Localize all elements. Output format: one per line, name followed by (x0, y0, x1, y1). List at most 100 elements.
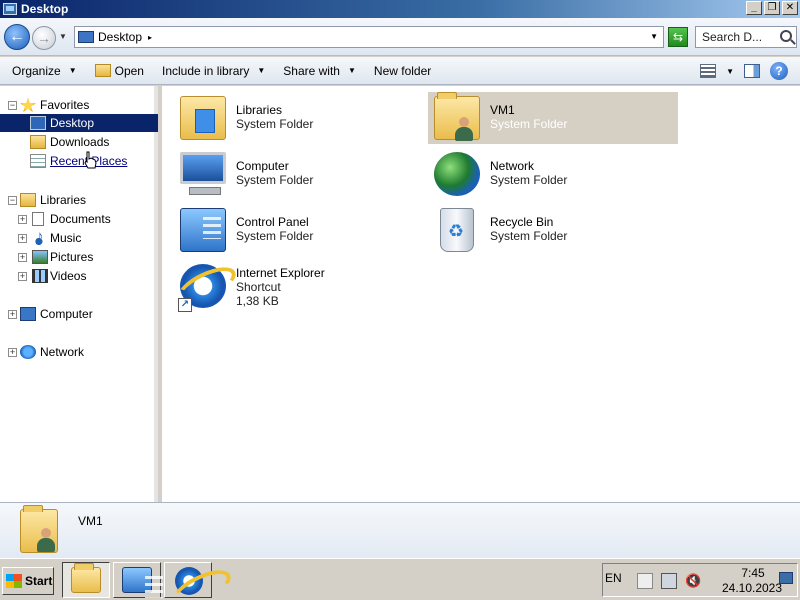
details-item-name: VM1 (78, 514, 103, 528)
item-type: Shortcut (236, 280, 281, 294)
recent-pages-dropdown-icon[interactable]: ▼ (59, 32, 67, 41)
open-button[interactable]: Open (94, 63, 144, 78)
window-controls: _ ❐ ✕ (746, 1, 798, 15)
user-folder-icon (434, 92, 480, 141)
refresh-button[interactable]: ⇆ (668, 27, 688, 47)
clock-date[interactable]: 24.10.2023 (717, 581, 787, 595)
item-recycle-bin[interactable]: Recycle Bin System Folder (428, 204, 678, 256)
item-vm1[interactable]: VM1 System Folder (428, 92, 678, 144)
computer-icon (180, 152, 226, 195)
item-type: System Folder (490, 229, 568, 243)
action-center-icon[interactable] (637, 573, 653, 589)
collapse-icon[interactable]: − (8, 100, 17, 110)
forward-button[interactable]: → (32, 26, 56, 50)
item-libraries[interactable]: Libraries System Folder (174, 92, 424, 144)
item-network[interactable]: Network System Folder (428, 148, 678, 200)
volume-muted-icon[interactable]: 🔇 (685, 573, 701, 589)
expand-icon[interactable]: + (18, 233, 27, 243)
taskbar-server-manager-button[interactable] (113, 562, 163, 598)
documents-icon (32, 212, 44, 226)
nav-network[interactable]: + Network (0, 343, 158, 361)
item-control-panel[interactable]: Control Panel System Folder (174, 204, 424, 256)
item-name: VM1 (490, 103, 515, 117)
nav-favorites[interactable]: − Favorites (0, 96, 158, 114)
new-folder-button[interactable]: New folder (374, 64, 431, 78)
nav-computer[interactable]: + Computer (0, 305, 158, 323)
user-folder-icon (20, 505, 58, 553)
item-name: Network (490, 159, 535, 173)
nav-downloads[interactable]: Downloads (0, 133, 158, 151)
item-type: System Folder (490, 117, 568, 131)
share-with-label: Share with (283, 63, 340, 78)
nav-videos[interactable]: + Videos (0, 267, 158, 285)
item-computer[interactable]: Computer System Folder (174, 148, 424, 200)
address-field[interactable]: Desktop ▸ ▼ (74, 26, 664, 48)
organize-button[interactable]: Organize ▼ (12, 64, 77, 78)
system-tray: 🔇 7:45 24.10.2023 (602, 563, 798, 597)
nav-documents[interactable]: + Documents (0, 210, 158, 228)
libraries-icon (180, 96, 226, 140)
include-in-library-button[interactable]: Include in library ▼ (162, 64, 265, 78)
desktop-location-icon (78, 31, 94, 43)
nav-libraries[interactable]: − Libraries (0, 191, 158, 209)
restore-button[interactable]: ❐ (764, 1, 780, 15)
taskbar-explorer-button[interactable] (62, 562, 110, 598)
include-dropdown-icon: ▼ (257, 66, 266, 75)
nav-favorites-label: Favorites (40, 98, 90, 112)
address-dropdown-icon[interactable]: ▼ (650, 32, 658, 41)
desktop-icon (30, 116, 46, 130)
navigation-pane: − Favorites Desktop Downloads Recent Pla… (0, 86, 158, 502)
open-label: Open (114, 63, 144, 78)
show-desktop-icon[interactable] (779, 572, 793, 584)
recycle-bin-icon (440, 208, 474, 252)
nav-network-label: Network (40, 345, 85, 359)
nav-desktop[interactable]: Desktop (0, 114, 158, 132)
videos-icon (32, 269, 48, 283)
nav-recent-places-label: Recent Places (50, 154, 128, 168)
open-folder-icon (94, 64, 111, 77)
computer-icon (20, 307, 36, 321)
network-status-icon[interactable] (661, 573, 677, 589)
taskbar: Start EN 🔇 7:45 24.10.2023 (0, 558, 800, 600)
expand-icon[interactable]: + (8, 347, 17, 357)
view-dropdown-icon[interactable]: ▼ (726, 67, 734, 76)
favorites-star-icon (20, 98, 36, 112)
search-input[interactable]: Search D... (695, 26, 797, 48)
help-icon[interactable]: ? (770, 62, 788, 80)
expand-icon[interactable]: + (18, 252, 27, 262)
item-name: Computer (236, 159, 289, 173)
clock-time[interactable]: 7:45 (733, 566, 773, 580)
music-icon (32, 228, 48, 245)
minimize-button[interactable]: _ (746, 1, 762, 15)
address-toolbar: ← → ▼ Desktop ▸ ▼ ⇆ Search D... (0, 18, 800, 56)
close-button[interactable]: ✕ (782, 1, 798, 15)
start-label: Start (25, 574, 53, 588)
taskbar-internet-explorer-button[interactable] (164, 562, 212, 598)
preview-pane-icon[interactable] (744, 64, 760, 78)
explorer-folder-icon (71, 563, 101, 593)
expand-icon[interactable]: + (18, 214, 27, 224)
network-icon (434, 152, 480, 196)
nav-pictures[interactable]: + Pictures (0, 248, 158, 266)
details-pane: VM1 (0, 502, 800, 558)
nav-videos-label: Videos (50, 269, 87, 283)
share-with-button[interactable]: Share with ▼ (283, 64, 356, 78)
expand-icon[interactable]: + (18, 271, 27, 281)
item-internet-explorer[interactable]: ↗ Internet Explorer Shortcut 1,38 KB (174, 258, 424, 314)
organize-dropdown-icon: ▼ (68, 66, 77, 75)
change-view-icon[interactable] (700, 64, 717, 78)
start-button[interactable]: Start (2, 567, 54, 595)
address-location[interactable]: Desktop (98, 30, 142, 44)
back-button[interactable]: ← (4, 24, 30, 50)
item-type: System Folder (490, 173, 568, 187)
collapse-icon[interactable]: − (8, 195, 17, 205)
nav-recent-places[interactable]: Recent Places (0, 152, 158, 170)
expand-icon[interactable]: + (8, 309, 17, 319)
search-icon[interactable] (780, 30, 792, 42)
breadcrumb-arrow-icon[interactable]: ▸ (148, 33, 152, 42)
shortcut-arrow-icon: ↗ (178, 298, 192, 312)
explorer-window-icon (3, 3, 17, 15)
nav-computer-label: Computer (40, 307, 93, 321)
nav-music[interactable]: + Music (0, 228, 158, 247)
share-dropdown-icon: ▼ (347, 66, 356, 75)
